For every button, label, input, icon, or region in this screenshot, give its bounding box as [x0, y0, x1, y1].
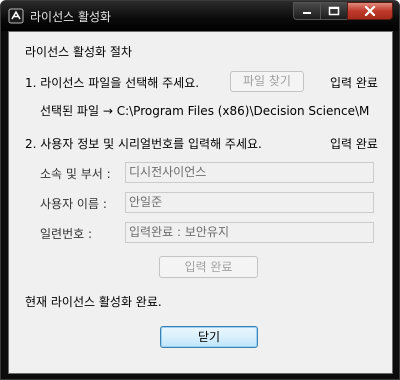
license-activation-window: 라이선스 활성화 라이선스 활성화 절차 1. 라이선스 파일을 선택해 주세요… — [0, 0, 400, 380]
minimize-icon — [303, 12, 311, 14]
step2-instruction: 2. 사용자 정보 및 시리얼번호를 입력해 주세요. — [25, 137, 262, 151]
close-icon — [364, 5, 376, 17]
activation-status-message: 현재 라이선스 활성화 완료. — [25, 295, 162, 309]
maximize-icon — [328, 6, 340, 16]
user-name-label: 사용자 이름 : — [40, 197, 107, 211]
submit-info-button[interactable]: 입력 완료 — [159, 256, 258, 278]
title-bar[interactable]: 라이선스 활성화 — [1, 1, 399, 31]
minimize-button[interactable] — [293, 2, 320, 20]
dialog-body: 라이선스 활성화 절차 1. 라이선스 파일을 선택해 주세요. 파일 찾기 입… — [8, 31, 393, 374]
serial-number-label: 일련번호 : — [40, 227, 93, 241]
procedure-heading: 라이선스 활성화 절차 — [25, 45, 132, 59]
browse-file-button[interactable]: 파일 찾기 — [230, 71, 304, 92]
user-name-field[interactable]: 안일준 — [125, 192, 374, 213]
window-title: 라이선스 활성화 — [30, 10, 112, 24]
dialog-close-button[interactable]: 닫기 — [160, 326, 258, 348]
app-icon — [8, 8, 24, 24]
department-label: 소속 및 부서 : — [40, 167, 111, 181]
department-field[interactable]: 디시전사이언스 — [125, 162, 374, 183]
maximize-button[interactable] — [320, 2, 347, 20]
serial-number-field[interactable]: 입력완료 : 보안유지 — [125, 222, 374, 243]
step2-status: 입력 완료 — [330, 137, 378, 151]
selected-file-path: 선택된 파일 → C:\Program Files (x86)\Decision… — [40, 104, 370, 118]
window-controls — [293, 2, 393, 22]
step1-instruction: 1. 라이선스 파일을 선택해 주세요. — [25, 76, 200, 90]
step1-status: 입력 완료 — [330, 76, 378, 90]
close-window-button[interactable] — [347, 2, 393, 20]
